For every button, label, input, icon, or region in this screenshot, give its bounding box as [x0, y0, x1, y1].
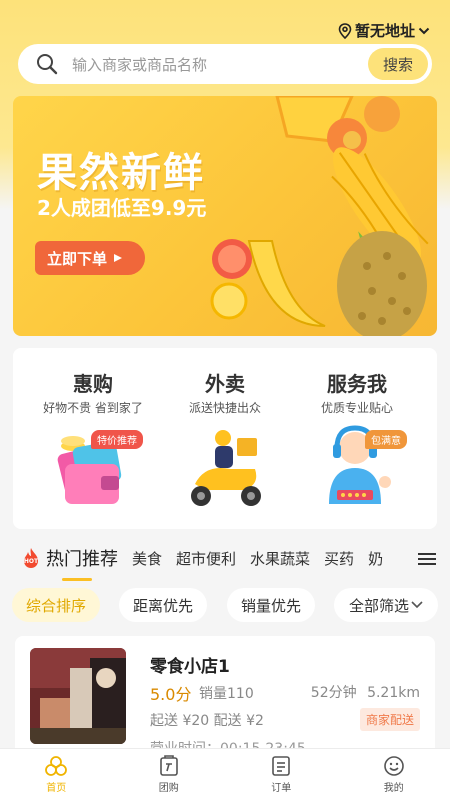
profile-icon [383, 756, 404, 776]
location-label: 暂无地址 [354, 22, 415, 40]
filter-all[interactable]: 全部筛选 [334, 588, 438, 622]
promo-banner[interactable]: 果然新鲜 2人成团低至9.9元 立即下单 [13, 96, 437, 336]
store-distance: 5.21km [367, 685, 420, 701]
sort-sales[interactable]: 销量优先 [227, 588, 315, 622]
group-buy-icon [159, 755, 178, 776]
banner-title: 果然新鲜 [37, 150, 205, 196]
tab-pharmacy[interactable]: 买药 [324, 548, 354, 569]
delivery-badge: 商家配送 [359, 708, 420, 731]
service-subtitle: 好物不贵 省到家了 [43, 401, 143, 415]
sort-distance[interactable]: 距离优先 [119, 588, 207, 622]
tabbar-label: 团购 [158, 783, 179, 794]
fruit-illustration [210, 96, 429, 336]
category-tabs: HOT 热门推荐 美食 超市便利 水果蔬菜 买药 奶 [0, 538, 450, 581]
service-subtitle: 优质专业贴心 [320, 401, 393, 415]
filter-all-label: 全部筛选 [348, 596, 409, 615]
store-fee: 起送 ¥20 配送 ¥2 [150, 713, 264, 729]
order-now-button[interactable]: 立即下单 [35, 241, 146, 275]
service-subtitle: 派送快捷出众 [188, 401, 261, 415]
tabbar-group-buy[interactable]: 团购 [113, 749, 226, 800]
tabbar-label: 我的 [383, 783, 404, 794]
chevron-down-icon [411, 601, 423, 609]
sort-comprehensive[interactable]: 综合排序 [12, 588, 100, 622]
delivery-scooter-icon [191, 430, 261, 506]
service-fu-wu-wo[interactable]: 服务我 优质专业贴心 包满意 [287, 368, 427, 514]
store-thumbnail [30, 648, 126, 744]
banner-subtitle: 2人成团低至9.9元 [37, 196, 207, 220]
store-sales: 销量110 [199, 686, 254, 702]
order-icon [272, 756, 291, 776]
store-delivery-time: 52分钟 [310, 685, 357, 701]
tabbar-label: 订单 [271, 783, 292, 794]
bottom-tab-bar: 首页 团购 订单 我的 [0, 748, 450, 800]
service-title: 外卖 [205, 372, 245, 396]
sort-filters: 综合排序 距离优先 销量优先 全部筛选 [0, 588, 450, 624]
search-icon [37, 54, 58, 75]
fu-wu-wo-tag: 包满意 [365, 430, 407, 449]
store-name: 零食小店1 [150, 657, 230, 677]
service-hui-gou[interactable]: 惠购 好物不贵 省到家了 特价推荐 [23, 368, 163, 514]
play-arrow-icon [114, 254, 123, 262]
search-bar[interactable]: 输入商家或商品名称 搜索 [18, 44, 432, 84]
tab-convenience-store[interactable]: 超市便利 [176, 548, 236, 569]
hui-gou-tag: 特价推荐 [91, 430, 143, 449]
hot-flame-icon: HOT [24, 548, 39, 568]
hot-badge-label: HOT [24, 558, 39, 565]
store-score: 5.0分 [150, 685, 192, 704]
menu-icon[interactable] [418, 552, 436, 566]
service-wai-mai[interactable]: 外卖 派送快捷出众 [155, 368, 295, 514]
tab-hot-recommend[interactable]: 热门推荐 [46, 545, 118, 581]
tab-fruits-vegetables[interactable]: 水果蔬菜 [250, 548, 310, 569]
tabbar-orders[interactable]: 订单 [225, 749, 338, 800]
tabbar-home[interactable]: 首页 [0, 749, 113, 800]
service-grid: 惠购 好物不贵 省到家了 特价推荐 外卖 派送快捷出众 服务我 优质专业贴心 包… [13, 348, 437, 529]
tab-food[interactable]: 美食 [132, 548, 162, 569]
search-button[interactable]: 搜索 [368, 48, 428, 80]
tabbar-label: 首页 [46, 783, 67, 794]
store-time-distance: 52分钟 5.21km [311, 682, 420, 702]
home-icon [45, 756, 68, 776]
service-title: 惠购 [73, 372, 113, 396]
chevron-down-icon [418, 27, 430, 34]
location-pin-icon [338, 22, 352, 39]
location-selector[interactable]: 暂无地址 [338, 20, 430, 41]
search-input[interactable]: 输入商家或商品名称 [72, 54, 368, 75]
tabbar-profile[interactable]: 我的 [338, 749, 450, 800]
store-card[interactable]: 零食小店1 5.0分 销量110 52分钟 5.21km 起送 ¥20 配送 ¥… [15, 636, 435, 756]
service-title: 服务我 [327, 372, 387, 396]
order-now-label: 立即下单 [47, 249, 108, 268]
tab-milk[interactable]: 奶 [368, 548, 383, 569]
